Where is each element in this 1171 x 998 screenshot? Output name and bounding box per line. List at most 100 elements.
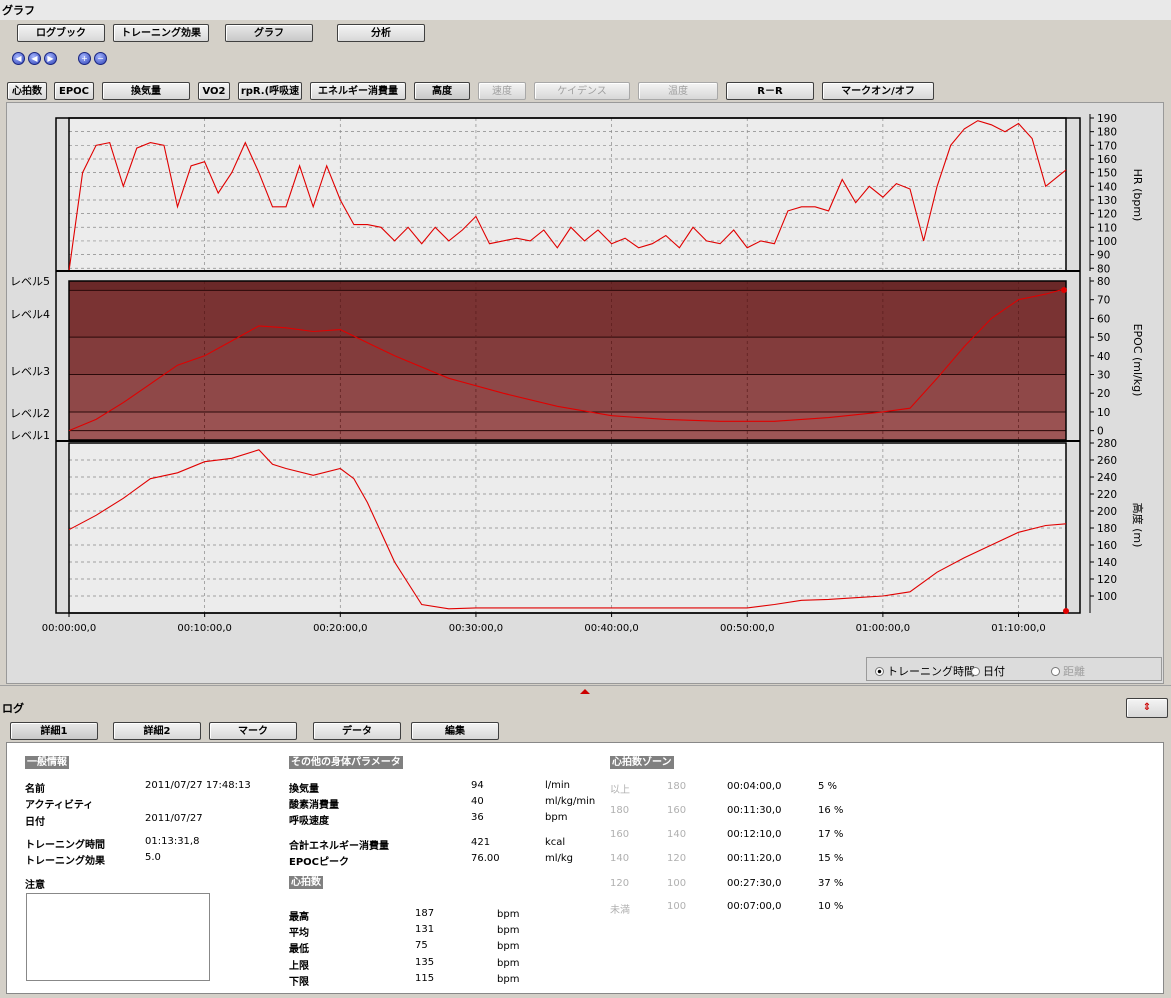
y-axis-label: EPOC (ml/kg) [1131, 324, 1144, 397]
splitter-arrow-icon[interactable] [580, 689, 590, 694]
epoc-level-band [69, 281, 1066, 291]
hr-avg-value: 131 [415, 924, 435, 935]
hr-zone-percent: 5 % [818, 781, 838, 792]
training-effect-label: トレーニング効果 [25, 856, 105, 867]
y-tick-label: 110 [1097, 222, 1117, 234]
up-down-arrows-icon[interactable]: ⇕ [1126, 698, 1168, 718]
oxygen-label: 酸素消費量 [289, 800, 339, 811]
hr-zone-percent: 16 % [818, 805, 844, 816]
hr-zone-time: 00:04:00,0 [727, 781, 782, 792]
epoc-level-label: レベル4 [10, 308, 50, 321]
epoc-end-marker [1061, 287, 1067, 293]
y-tick-label: 0 [1097, 426, 1104, 438]
tab-details-2[interactable]: 詳細2 [113, 722, 201, 740]
hr-zone-time: 00:07:00,0 [727, 901, 782, 912]
y-tick-label: 80 [1097, 263, 1110, 275]
hr-lower-label: 下限 [289, 977, 309, 988]
date-value: 2011/07/27 [145, 813, 203, 824]
hr-zone-time: 00:11:30,0 [727, 805, 782, 816]
y-tick-label: 40 [1097, 351, 1110, 363]
hr-max-unit: bpm [497, 909, 520, 920]
ventilation-value: 94 [471, 780, 484, 791]
y-tick-label: 80 [1097, 276, 1110, 288]
hr-max-label: 最高 [289, 912, 309, 923]
epoc-level-label: レベル1 [10, 429, 50, 442]
name-value: 2011/07/27 17:48:13 [145, 780, 251, 791]
hr-zone-percent: 17 % [818, 829, 844, 840]
y-tick-label: 140 [1097, 557, 1117, 569]
radio-date[interactable]: 日付 [971, 663, 1005, 679]
resp-rate-label: 呼吸速度 [289, 816, 329, 827]
hr-zone-from: 140 [610, 853, 630, 864]
hr-zones-header: 心拍数ゾーン [610, 756, 674, 769]
hr-zone-time: 00:27:30,0 [727, 878, 782, 889]
y-tick-label: 20 [1097, 388, 1110, 400]
training-time-value: 01:13:31,8 [145, 836, 200, 847]
log-title: ログ [2, 702, 24, 715]
hr-zone-percent: 15 % [818, 853, 844, 864]
hr-upper-label: 上限 [289, 961, 309, 972]
chart-svg: 8090100110120130140150160170180190HR (bp… [10, 113, 1145, 634]
tab-details-1[interactable]: 詳細1 [10, 722, 98, 740]
epoc-peak-label: EPOCピーク [289, 857, 349, 868]
y-tick-label: 220 [1097, 489, 1117, 501]
ventilation-unit: l/min [545, 780, 571, 791]
tab-data[interactable]: データ [313, 722, 401, 740]
y-tick-label: 180 [1097, 127, 1117, 139]
hr-zone-time: 00:11:20,0 [727, 853, 782, 864]
altitude-end-marker [1063, 608, 1069, 614]
y-tick-label: 60 [1097, 313, 1110, 325]
epoc-level-label: レベル5 [10, 275, 50, 288]
hr-zone-time: 00:12:10,0 [727, 829, 782, 840]
tab-edit[interactable]: 編集 [411, 722, 499, 740]
hr-chart: 8090 100 110120 130 140150 160 170180 190 HR (bp… [68, 113, 1144, 275]
y-tick-label: 170 [1097, 140, 1117, 152]
hr-zone-to: 140 [667, 829, 687, 840]
hr-zone-from: 160 [610, 829, 630, 840]
radio-label: 距離 [1063, 665, 1085, 678]
y-tick-label: 190 [1097, 113, 1117, 125]
oxygen-unit: ml/kg/min [545, 796, 596, 807]
x-tick-label: 00:10:00,0 [177, 623, 231, 634]
hr-lower-unit: bpm [497, 974, 520, 985]
plot-background [69, 118, 1066, 271]
hr-min-unit: bpm [497, 941, 520, 952]
body-params-header: その他の身体パラメータ [289, 756, 403, 769]
x-tick-label: 00:00:00,0 [42, 623, 96, 634]
hr-zone-percent: 10 % [818, 901, 844, 912]
epoc-level-label: レベル3 [10, 365, 50, 378]
note-label: 注意 [25, 880, 45, 891]
y-axis-label: HR (bpm) [1131, 169, 1144, 222]
y-tick-label: 160 [1097, 540, 1117, 552]
energy-unit: kcal [545, 837, 566, 848]
y-tick-label: 200 [1097, 506, 1117, 518]
hr-zone-to: 160 [667, 805, 687, 816]
hr-zone-percent: 37 % [818, 878, 844, 889]
y-tick-label: 120 [1097, 574, 1117, 586]
epoc-level-band [69, 411, 1066, 431]
hr-zone-to: 100 [667, 901, 687, 912]
note-textarea[interactable] [26, 893, 210, 981]
y-tick-label: 120 [1097, 209, 1117, 221]
x-tick-label: 00:30:00,0 [449, 623, 503, 634]
radio-label: トレーニング時間 [887, 665, 975, 678]
radio-training-time[interactable]: トレーニング時間 [875, 663, 975, 679]
x-tick-label: 01:10:00,0 [991, 623, 1045, 634]
y-tick-label: 260 [1097, 455, 1117, 467]
y-tick-label: 140 [1097, 181, 1117, 193]
hr-upper-unit: bpm [497, 958, 520, 969]
oxygen-value: 40 [471, 796, 484, 807]
epoc-chart: レベル5 レベル4 レベル3 レベル2 レベル1 0 10 20 30 40 50 60 70 80 EPO… [10, 275, 1144, 442]
training-effect-value: 5.0 [145, 852, 161, 863]
y-tick-label: 90 [1097, 250, 1110, 262]
hr-avg-unit: bpm [497, 925, 520, 936]
name-label: 名前 [25, 784, 45, 795]
radio-distance[interactable]: 距離 [1051, 663, 1085, 679]
hr-lower-value: 115 [415, 973, 435, 984]
epoc-level-band [69, 374, 1066, 412]
resp-rate-value: 36 [471, 812, 484, 823]
y-tick-label: 160 [1097, 154, 1117, 166]
tab-marks[interactable]: マーク [209, 722, 297, 740]
hr-zone-to: 180 [667, 781, 687, 792]
epoc-peak-value: 76.00 [471, 853, 500, 864]
